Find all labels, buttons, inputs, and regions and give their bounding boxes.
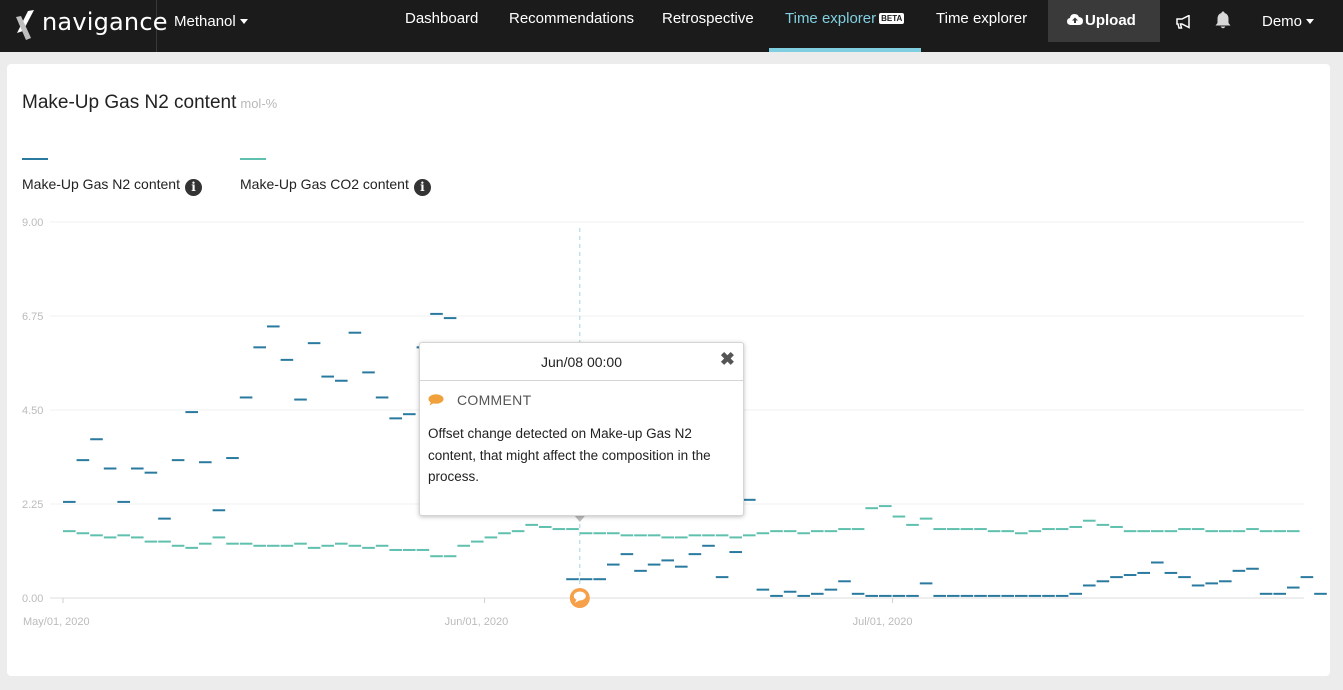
- comment-popup: Jun/08 00:00 ✖ COMMENT Offset change det…: [419, 342, 744, 516]
- x-tick-label: May/01, 2020: [23, 616, 90, 628]
- x-tick-label: Jun/01, 2020: [445, 616, 509, 628]
- comment-bubble-icon: [428, 394, 444, 406]
- close-icon[interactable]: ✖: [720, 349, 735, 370]
- y-tick-label: 6.75: [22, 311, 43, 323]
- popup-date: Jun/08 00:00: [420, 343, 743, 381]
- y-tick-label: 9.00: [22, 217, 43, 229]
- x-tick-label: Jul/01, 2020: [853, 616, 913, 628]
- popup-text: Offset change detected on Make-up Gas N2…: [428, 426, 711, 484]
- popup-pointer: [574, 516, 585, 522]
- y-tick-label: 2.25: [22, 499, 43, 511]
- annotation-marker-bubble: [573, 591, 586, 601]
- popup-type: COMMENT: [457, 392, 532, 408]
- y-tick-label: 0.00: [22, 593, 43, 605]
- y-tick-label: 4.50: [22, 405, 43, 417]
